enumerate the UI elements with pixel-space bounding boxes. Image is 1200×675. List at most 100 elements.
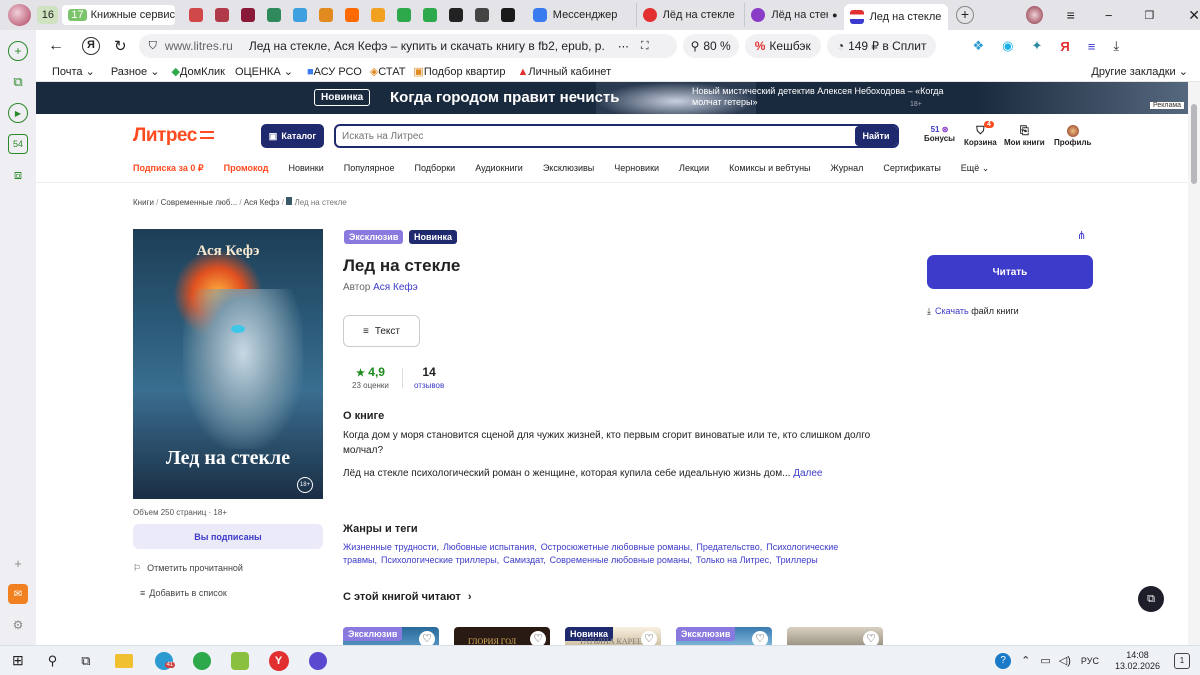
- clock[interactable]: 14:08 13.02.2026: [1115, 650, 1160, 672]
- counter-badge[interactable]: 54: [8, 134, 28, 154]
- extension-icon[interactable]: ✦: [1031, 38, 1042, 54]
- add-panel-icon[interactable]: +: [8, 41, 28, 61]
- heart-icon[interactable]: ♡: [752, 631, 768, 645]
- pinned-tab-icon[interactable]: [474, 8, 489, 22]
- nav-certificates[interactable]: Сертификаты: [883, 163, 940, 174]
- settings-icon[interactable]: ⚙: [8, 615, 28, 635]
- cart-link[interactable]: ⛉ 4 Корзина: [964, 121, 997, 147]
- pinned-tab-icon[interactable]: [292, 8, 307, 22]
- nav-journal[interactable]: Журнал: [831, 163, 864, 174]
- search-input[interactable]: [342, 130, 855, 142]
- yandex-browser-icon[interactable]: Y: [268, 650, 289, 671]
- chat-float-button[interactable]: ⧉: [1138, 586, 1164, 612]
- file-explorer-icon[interactable]: [114, 653, 133, 668]
- logo[interactable]: Литрес: [133, 125, 214, 147]
- breadcrumb-item[interactable]: Ася Кефэ: [244, 198, 280, 207]
- nav-popular[interactable]: Популярное: [344, 163, 395, 174]
- profile-avatar[interactable]: [8, 4, 31, 26]
- pinned-tab-icon[interactable]: [448, 8, 463, 22]
- nav-audiobooks[interactable]: Аудиокниги: [475, 163, 523, 174]
- heart-icon[interactable]: ♡: [863, 631, 879, 645]
- nav-promocode[interactable]: Промокод: [224, 163, 269, 174]
- breadcrumb-item[interactable]: Современные люб...: [161, 198, 238, 207]
- pinned-tab-icon[interactable]: [396, 8, 411, 22]
- book-cover[interactable]: Ася Кефэ Лед на стекле 18+: [133, 229, 323, 499]
- related-book-card[interactable]: Новинка ТАТЬЯНА КАРЕЕВА ♡: [565, 627, 661, 645]
- bonus-link[interactable]: 51 ⊛ Бонусы: [924, 125, 955, 143]
- related-book-card[interactable]: ♡: [787, 627, 883, 645]
- genre-tag[interactable]: Предательство,: [696, 542, 762, 552]
- bookmark-icon[interactable]: ⛶: [641, 40, 649, 53]
- catalog-button[interactable]: ▣ Каталог: [261, 124, 324, 148]
- genre-tag[interactable]: Остросюжетные любовные романы,: [541, 542, 693, 552]
- add-icon[interactable]: +: [8, 553, 28, 573]
- also-read-heading[interactable]: С этой книгой читают ›: [343, 591, 472, 603]
- shield-icon[interactable]: ⛉: [149, 40, 157, 53]
- my-books-link[interactable]: ⎘ Мои книги: [1004, 125, 1045, 147]
- related-book-card[interactable]: Эксклюзив ♡: [343, 627, 439, 645]
- tray-chevron-icon[interactable]: ⌃: [1021, 654, 1030, 667]
- ad-banner[interactable]: Новинка Когда городом правит нечисть Нов…: [36, 82, 1188, 114]
- genre-tag[interactable]: Самиздат,: [503, 555, 545, 565]
- share-icon[interactable]: ⋔: [1077, 229, 1086, 242]
- yandex-logo-icon[interactable]: Я: [82, 37, 100, 55]
- telegram-icon[interactable]: 41: [154, 651, 176, 670]
- help-icon[interactable]: ?: [995, 652, 1012, 669]
- tab-book-2[interactable]: Лёд на стекле●: [744, 3, 843, 27]
- pinned-tab-icon[interactable]: [266, 8, 281, 22]
- heart-icon[interactable]: ♡: [641, 631, 657, 645]
- author-link[interactable]: Ася Кефэ: [373, 282, 418, 293]
- tab-group-17[interactable]: 17 Книжные сервис ⌄: [62, 5, 175, 25]
- heart-icon[interactable]: ♡: [530, 631, 546, 645]
- cashback-button[interactable]: % Кешбэк: [744, 34, 821, 58]
- network-icon[interactable]: ▭: [1040, 654, 1050, 667]
- nav-collections[interactable]: Подборки: [415, 163, 456, 174]
- notifications-icon[interactable]: 1: [1174, 652, 1190, 669]
- bookmark-item[interactable]: ▣Подбор квартир: [413, 65, 505, 78]
- bookmark-item[interactable]: Разное ⌄: [111, 65, 160, 78]
- reviews-block[interactable]: 14 отзывов: [414, 365, 444, 390]
- pinned-tab-icon[interactable]: [318, 8, 333, 22]
- subscribed-button[interactable]: Вы подписаны: [133, 524, 323, 549]
- extension-icon[interactable]: ≡: [1088, 39, 1096, 54]
- mark-read-button[interactable]: ⚐ Отметить прочитанной: [133, 563, 243, 574]
- messenger-taskbar-icon[interactable]: [308, 651, 327, 670]
- reload-icon[interactable]: ↻: [114, 37, 127, 55]
- download-link[interactable]: ⤓ Скачать файл книги: [927, 306, 1019, 317]
- scroll-thumb[interactable]: [1191, 104, 1197, 184]
- genre-tag[interactable]: Только на Литрес,: [696, 555, 772, 565]
- whatsapp-icon[interactable]: [192, 651, 211, 670]
- pinned-tab-icon[interactable]: [500, 8, 515, 22]
- rating-block[interactable]: ★ 4,9 23 оценки: [352, 365, 389, 390]
- bookmark-item[interactable]: ▲Личный кабинет: [517, 66, 611, 78]
- mail-icon[interactable]: ✉: [8, 584, 28, 604]
- scrollbar[interactable]: [1188, 82, 1200, 645]
- pinned-tab-icon[interactable]: [188, 8, 203, 22]
- nav-more[interactable]: Ещё ⌄: [961, 163, 989, 174]
- nav-comics[interactable]: Комиксы и вебтуны: [729, 163, 810, 174]
- screenshot-icon[interactable]: ⧈: [8, 165, 28, 185]
- user-avatar[interactable]: [1025, 6, 1043, 24]
- bookmark-item[interactable]: ■АСУ РСО: [307, 66, 362, 78]
- tab-messenger[interactable]: Мессенджер: [527, 3, 632, 27]
- pinned-tab-icon[interactable]: [370, 8, 385, 22]
- volume-icon[interactable]: ◁): [1059, 654, 1071, 667]
- task-view-icon[interactable]: ⧉: [81, 653, 90, 669]
- genre-tag[interactable]: Психологические триллеры,: [381, 555, 499, 565]
- app-icon[interactable]: [230, 651, 249, 670]
- nav-lectures[interactable]: Лекции: [679, 163, 709, 174]
- extension-icon[interactable]: ❖: [972, 38, 984, 54]
- tab-group-16[interactable]: 16: [36, 6, 59, 24]
- format-button[interactable]: ≡ Текст: [343, 315, 420, 347]
- extension-icon[interactable]: ◉: [1002, 38, 1013, 54]
- tab-book-1[interactable]: Лёд на стекле к: [635, 3, 745, 27]
- nav-subscription[interactable]: Подписка за 0 ₽: [133, 163, 204, 174]
- breadcrumb-item[interactable]: Книги: [133, 198, 154, 207]
- read-button[interactable]: Читать: [927, 255, 1093, 289]
- search-button[interactable]: Найти: [855, 126, 897, 146]
- genre-tag[interactable]: Жизненные трудности,: [343, 542, 439, 552]
- genre-tag[interactable]: Триллеры: [776, 555, 818, 565]
- bookmark-item[interactable]: ◆ДомКлик: [171, 65, 225, 78]
- genre-tag[interactable]: Любовные испытания,: [443, 542, 537, 552]
- back-icon[interactable]: ←: [48, 37, 64, 55]
